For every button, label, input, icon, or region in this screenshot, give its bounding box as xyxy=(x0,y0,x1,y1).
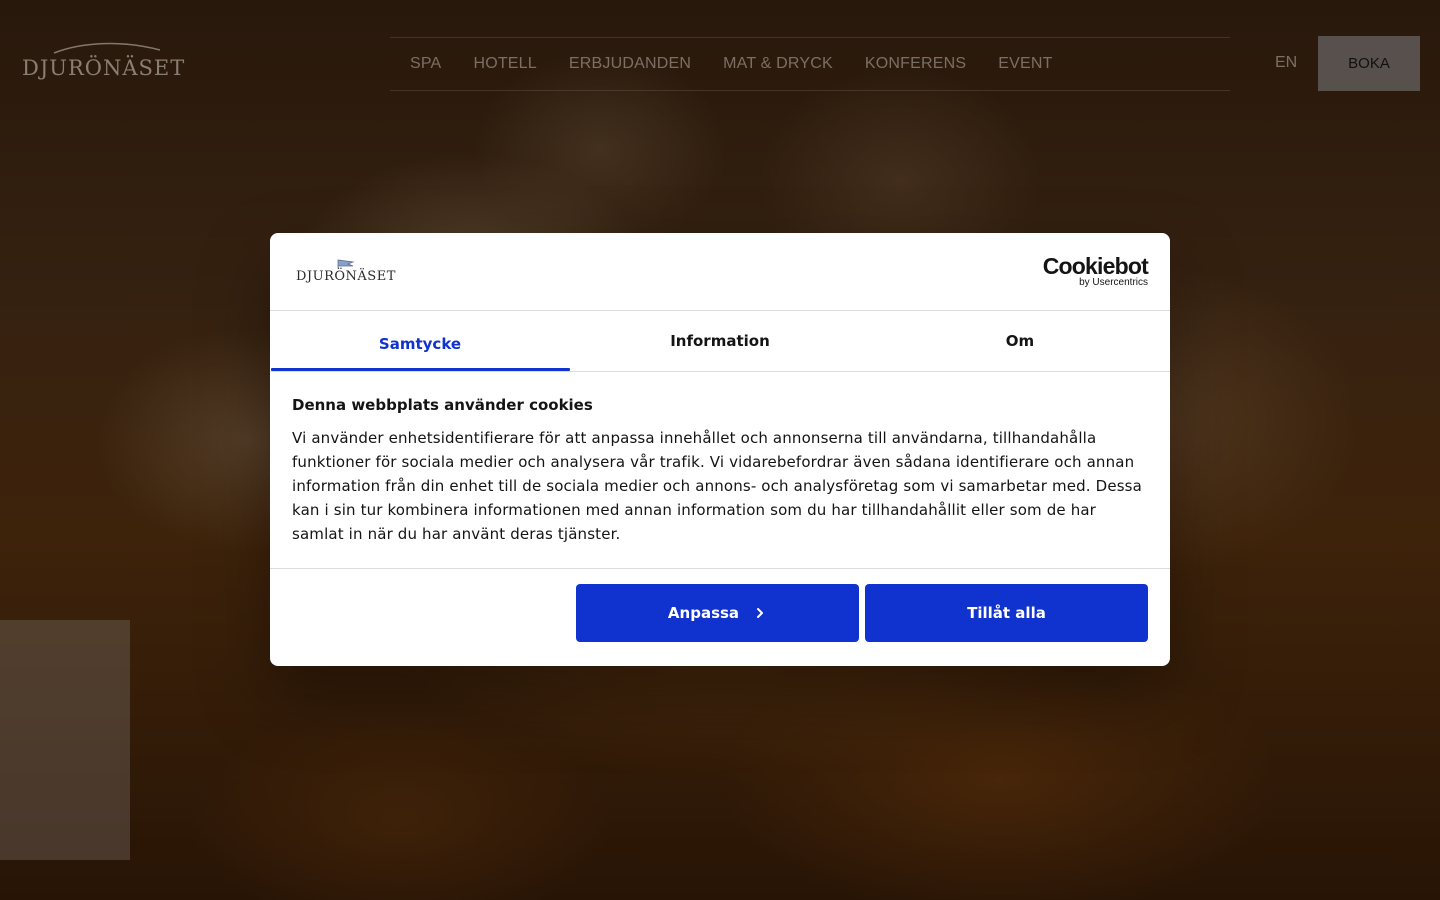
main-nav: SPA HOTELL ERBJUDANDEN MAT & DRYCK KONFE… xyxy=(390,37,1230,91)
cookie-dialog-footer: Anpassa Tillåt alla xyxy=(270,569,1170,665)
nav-item-event[interactable]: EVENT xyxy=(998,55,1052,73)
cookie-dialog-tabs: Samtycke Information Om xyxy=(270,311,1170,372)
nav-item-spa[interactable]: SPA xyxy=(410,55,441,73)
cookiebot-logo: Cookiebot by Usercentrics xyxy=(1042,253,1149,288)
logo-swoosh-icon xyxy=(53,42,161,54)
site-logo[interactable]: DJURÖNÄSET xyxy=(22,40,184,86)
cookie-dialog-body: Denna webbplats använder cookies Vi anvä… xyxy=(270,372,1170,569)
customize-label: Anpassa xyxy=(667,604,740,622)
nav-item-konferens[interactable]: KONFERENS xyxy=(865,55,966,73)
cookie-dialog-text: Vi använder enhetsidentifierare för att … xyxy=(292,429,1142,543)
flag-icon xyxy=(337,259,355,268)
cookiebot-subtitle: by Usercentrics xyxy=(1079,277,1148,288)
cookie-dialog-header: DJURÖNÄSET Cookiebot by Usercentrics xyxy=(270,233,1170,311)
nav-item-hotell[interactable]: HOTELL xyxy=(473,55,536,73)
tab-om[interactable]: Om xyxy=(870,311,1170,371)
language-switch[interactable]: EN xyxy=(1275,54,1297,72)
side-panel xyxy=(0,620,130,860)
logo-text: DJURÖNÄSET xyxy=(22,56,186,80)
customize-button[interactable]: Anpassa xyxy=(576,584,859,642)
allow-all-label: Tillåt alla xyxy=(967,604,1046,622)
nav-item-erbjudanden[interactable]: ERBJUDANDEN xyxy=(569,55,691,73)
dialog-logo-text: DJURÖNÄSET xyxy=(296,269,396,284)
cookiebot-wordmark: Cookiebot xyxy=(1042,253,1149,279)
book-button[interactable]: BOKA xyxy=(1318,36,1420,91)
site-header: DJURÖNÄSET SPA HOTELL ERBJUDANDEN MAT & … xyxy=(0,0,1440,120)
chevron-right-icon xyxy=(757,608,764,618)
cookie-consent-dialog: DJURÖNÄSET Cookiebot by Usercentrics Sam… xyxy=(270,233,1170,666)
nav-item-mat-dryck[interactable]: MAT & DRYCK xyxy=(723,55,833,73)
tab-samtycke[interactable]: Samtycke xyxy=(270,311,570,371)
tab-information[interactable]: Information xyxy=(570,311,870,371)
allow-all-button[interactable]: Tillåt alla xyxy=(865,584,1148,642)
cookie-dialog-title: Denna webbplats använder cookies xyxy=(292,396,593,414)
